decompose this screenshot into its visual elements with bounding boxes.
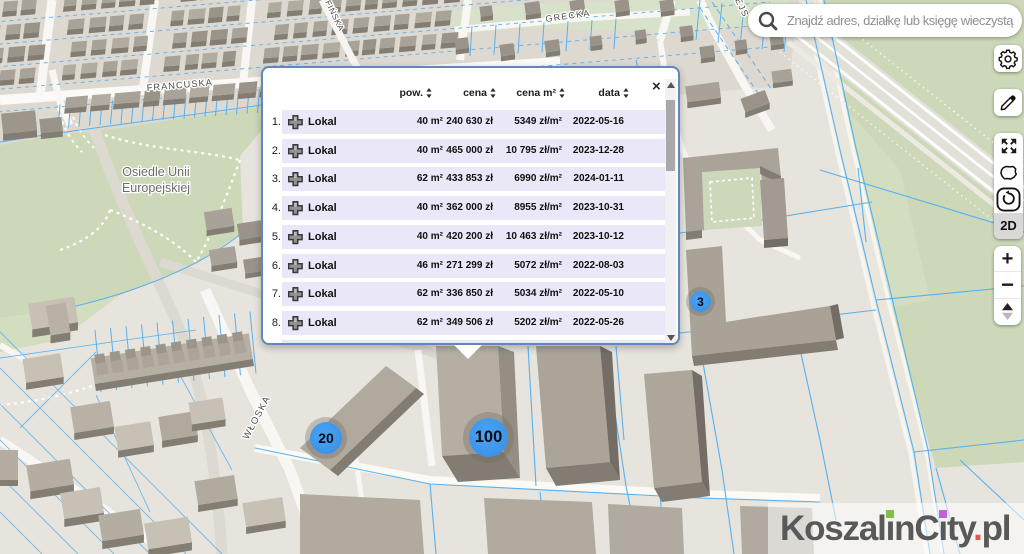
svg-text:Europejskiej: Europejskiej (122, 181, 190, 195)
svg-text:Osiedle Unii: Osiedle Unii (122, 165, 189, 179)
